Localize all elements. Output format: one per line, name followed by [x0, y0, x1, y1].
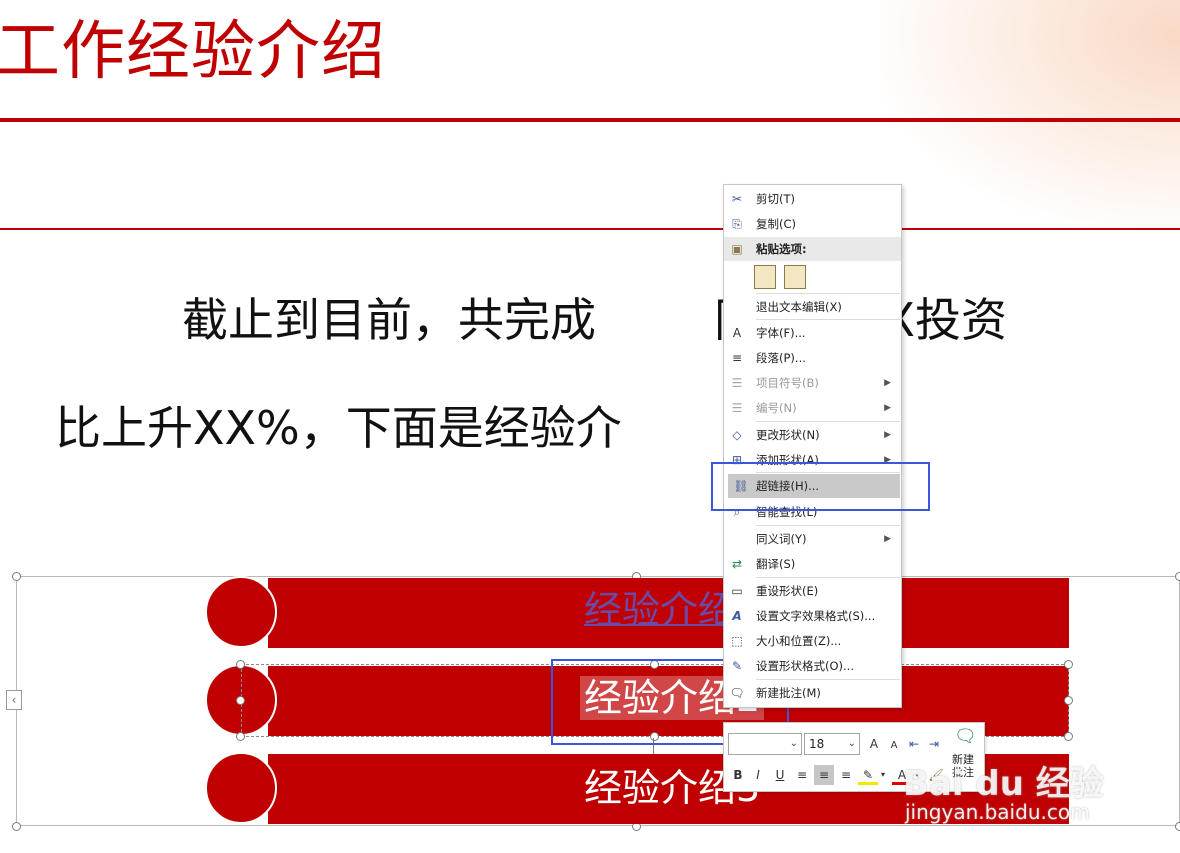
shape-handle[interactable] [1064, 696, 1073, 705]
submenu-arrow-icon: ▶ [884, 403, 891, 413]
shape-handle[interactable] [236, 732, 245, 741]
resize-handle-top-left[interactable] [12, 572, 21, 581]
menu-item-synonyms[interactable]: 同义词(Y) ▶ [724, 527, 901, 551]
menu-item-change-shape[interactable]: ◇ 更改形状(N) ▶ [724, 423, 901, 447]
menu-item-numbering[interactable]: ☰ 编号(N) ▶ [724, 396, 901, 420]
align-right-icon[interactable]: ≡ [836, 765, 856, 785]
menu-item-exit-text-edit[interactable]: 退出文本编辑(X) [724, 295, 901, 319]
resize-handle-top-right[interactable] [1175, 572, 1180, 581]
align-center-icon[interactable]: ≡ [814, 765, 834, 785]
shape-handle[interactable] [1064, 732, 1073, 741]
watermark-url: jingyan.baidu.com [905, 800, 1090, 824]
highlight-color-icon[interactable]: ✎ [858, 765, 878, 785]
paragraph-icon: ≡ [731, 351, 743, 365]
annotation-highlight-hyperlink [711, 462, 930, 511]
text-effects-icon: A [732, 609, 742, 623]
paragraph-line-1-text: 截止到目前，共完成 [182, 293, 596, 347]
size-position-icon: ⬚ [731, 634, 743, 648]
shrink-font-button[interactable]: A [884, 736, 904, 756]
menu-item-translate[interactable]: ⇄ 翻译(S) [724, 552, 901, 576]
list-circle-1[interactable] [205, 576, 277, 648]
submenu-arrow-icon: ▶ [884, 534, 891, 544]
reset-shape-icon: ▭ [731, 584, 743, 598]
numbering-icon: ☰ [731, 401, 743, 415]
context-menu: ✂ 剪切(T) ⎘ 复制(C) ▣ 粘贴选项: 退出文本编辑(X) A 字体(F… [723, 184, 902, 708]
grow-font-button[interactable]: A [864, 734, 884, 754]
chevron-down-icon[interactable]: ▾ [878, 765, 888, 785]
menu-item-new-comment[interactable]: 🗨 新建批注(M) [724, 681, 901, 705]
chevron-down-icon: ⌄ [789, 738, 798, 749]
menu-section-paste-options: ▣ 粘贴选项: [724, 237, 901, 261]
menu-item-format-shape[interactable]: ✎ 设置形状格式(O)... [724, 654, 901, 678]
bullets-icon: ☰ [731, 376, 743, 390]
font-name-combo[interactable]: ⌄ [728, 733, 802, 755]
menu-item-reset-shape[interactable]: ▭ 重设形状(E) [724, 579, 901, 603]
paste-keep-text-icon[interactable] [754, 265, 776, 289]
slide-corner-decoration [880, 0, 1180, 230]
bold-button[interactable]: B [728, 765, 748, 785]
shape-handle[interactable] [1064, 660, 1073, 669]
body-paragraph-line-2[interactable]: 比上升XX%，下面是经验介 [55, 400, 622, 456]
translate-icon: ⇄ [731, 557, 743, 571]
menu-item-paragraph[interactable]: ≡ 段落(P)... [724, 346, 901, 370]
list-circle-3[interactable] [205, 752, 277, 824]
watermark-logo: Bai du 经验 [903, 764, 1104, 804]
slide-title: 工作经验介绍 [0, 15, 386, 89]
resize-handle-bottom-right[interactable] [1175, 822, 1180, 831]
submenu-arrow-icon: ▶ [884, 378, 891, 388]
shape-handle[interactable] [236, 660, 245, 669]
change-shape-icon: ◇ [732, 428, 742, 442]
shape-handle[interactable] [236, 696, 245, 705]
decrease-indent-icon[interactable]: ⇤ [904, 734, 924, 754]
scissors-icon: ✂ [731, 192, 743, 206]
bar-label-1-hyperlink[interactable]: 经验介绍 [584, 588, 736, 632]
italic-button[interactable]: I [748, 765, 768, 785]
menu-item-cut[interactable]: ✂ 剪切(T) [724, 187, 901, 211]
increase-indent-icon[interactable]: ⇥ [924, 734, 944, 754]
font-size-combo[interactable]: 18 ⌄ [804, 733, 860, 755]
menu-item-font[interactable]: A 字体(F)... [724, 321, 901, 345]
submenu-arrow-icon: ▶ [884, 430, 891, 440]
menu-item-bullets[interactable]: ☰ 项目符号(B) ▶ [724, 371, 901, 395]
align-left-icon[interactable]: ≡ [792, 765, 812, 785]
chevron-down-icon: ⌄ [847, 738, 856, 749]
paste-icon: ▣ [731, 242, 743, 256]
underline-button[interactable]: U [770, 765, 790, 785]
menu-item-copy[interactable]: ⎘ 复制(C) [724, 212, 901, 236]
new-comment-icon: 🗨 [729, 686, 745, 700]
resize-handle-bottom-left[interactable] [12, 822, 21, 831]
divider-line [0, 228, 1180, 230]
menu-item-text-effects[interactable]: A 设置文字效果格式(S)... [724, 604, 901, 628]
paste-picture-icon[interactable] [784, 265, 806, 289]
new-comment-icon[interactable]: 🗨 [954, 727, 977, 747]
copy-icon: ⎘ [732, 217, 742, 231]
format-shape-icon: ✎ [731, 659, 743, 673]
font-icon: A [732, 326, 742, 340]
collapse-arrow-icon[interactable]: ‹ [6, 690, 22, 710]
menu-item-size-position[interactable]: ⬚ 大小和位置(Z)... [724, 629, 901, 653]
title-underline [0, 118, 1180, 122]
